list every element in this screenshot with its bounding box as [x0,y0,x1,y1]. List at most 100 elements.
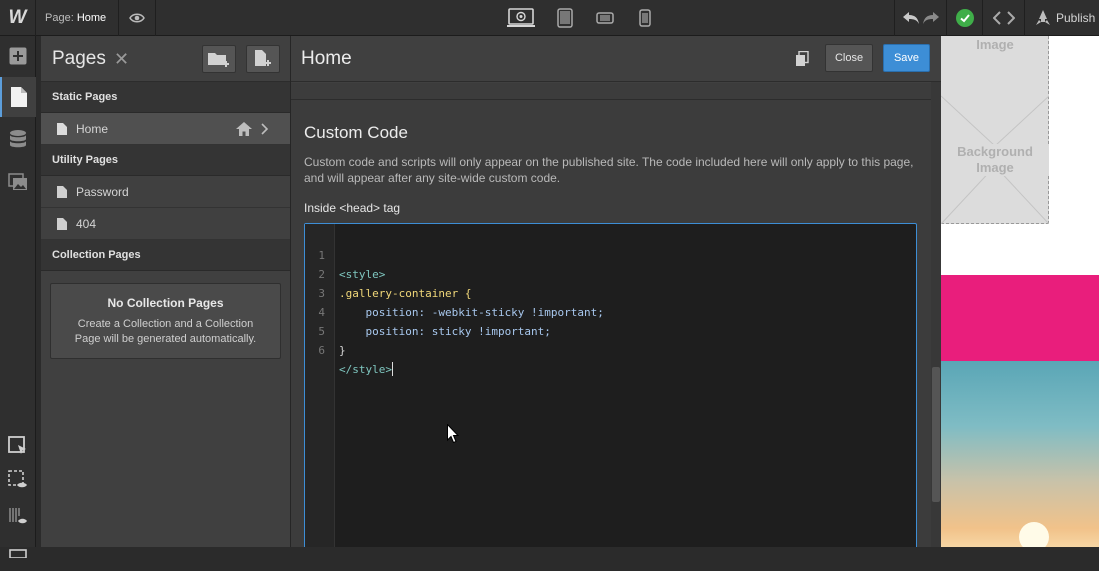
page-row-404[interactable]: 404 [41,208,290,240]
redo-icon[interactable] [922,11,940,25]
no-collection-description: Create a Collection and a Collection Pag… [51,317,280,347]
page-settings-title: Home [301,48,352,69]
code-export-button[interactable] [982,0,1024,36]
page-row-home[interactable]: Home [41,113,290,145]
undo-icon[interactable] [902,11,920,25]
device-mobile-landscape-button[interactable] [585,0,625,36]
custom-code-description: Custom code and scripts will only appear… [304,155,914,185]
page-row-label: Home [76,122,109,136]
images-icon [8,173,27,190]
placeholder-cross-lines [941,95,1049,224]
device-desktop-button[interactable] [497,0,545,36]
sky-image-section[interactable] [941,361,1099,547]
page-icon [11,87,27,107]
cms-button[interactable] [0,120,36,160]
code-line: 6 </style> [305,322,393,376]
static-pages-header: Static Pages [41,82,290,113]
mobile-portrait-icon [639,9,651,27]
background-label-line1: Background [957,144,1033,159]
no-collection-pages-box: No Collection Pages Create a Collection … [50,283,281,359]
add-elements-button[interactable] [0,36,36,76]
pages-panel-header: Pages ✕ [41,36,290,82]
code-line: 5 } [305,303,358,357]
add-page-button[interactable] [246,45,280,73]
chevron-right-icon[interactable] [261,123,269,135]
code-line: 3 position: -webkit-sticky !important; [305,265,604,319]
no-collection-desc-line2: Page will be generated automatically. [74,333,257,345]
head-code-editor[interactable]: 1 <style> 2 .gallery-container { 3 posit… [304,223,917,547]
panel-icon [9,549,27,558]
pages-panel: Pages ✕ Static Pages Home Utility Pages … [41,36,291,547]
custom-code-title: Custom Code [304,123,408,142]
mobile-landscape-icon [596,12,614,24]
collection-pages-header: Collection Pages [41,240,290,271]
code-line: 2 .gallery-container { [305,246,471,300]
code-text-content: </style> [339,363,392,376]
close-pages-panel-icon[interactable]: ✕ [114,49,129,70]
no-collection-title: No Collection Pages [107,296,224,310]
device-tablet-button[interactable] [545,0,585,36]
publish-label: Publish [1056,11,1096,25]
add-folder-button[interactable] [202,45,236,73]
page-row-password[interactable]: Password [41,176,290,208]
code-text: position: -webkit-sticky !important; [339,306,604,319]
close-button[interactable]: Close [825,44,873,72]
assets-button[interactable] [0,162,36,202]
select-cursor-icon [8,436,26,454]
undo-redo-group [894,0,946,36]
page-icon [57,186,67,198]
folder-plus-icon [208,53,229,67]
no-collection-desc-line1: Create a Collection and a Collection [77,318,254,330]
device-switcher [497,0,665,36]
home-icon [236,122,252,136]
rocket-icon [1036,10,1050,25]
preview-button[interactable] [118,0,156,36]
current-page-indicator[interactable]: Page: Home [45,12,106,24]
publish-button[interactable]: Publish [1024,0,1099,36]
background-label-line2: Image [976,160,1014,175]
code-text: .gallery-container { [339,287,472,300]
desktop-icon [507,8,535,27]
background-image-placeholder[interactable]: Image Background Image [941,36,1049,224]
pink-section[interactable] [941,275,1099,361]
webflow-logo[interactable]: W [0,0,36,36]
head-code-label: Inside <head> tag [304,201,401,215]
pages-panel-title: Pages [52,48,106,69]
utility-pages-header: Utility Pages [41,145,290,176]
page-row-label: Password [76,185,129,199]
publish-status-button[interactable] [946,0,982,36]
page-icon [57,218,67,230]
preview-selection-button[interactable] [0,460,36,500]
grid-view-button[interactable] [0,496,36,536]
plus-box-icon [9,47,27,65]
code-line: 4 position: sticky !important; [305,284,551,338]
page-row-label: 404 [76,217,97,231]
top-right-controls: Publish [894,0,1099,36]
left-toolbar [0,36,36,558]
settings-scrollbar[interactable] [931,82,941,547]
scrollbar-thumb[interactable] [932,367,940,502]
text-caret [391,362,393,376]
check-circle-icon [955,9,974,27]
code-text: position: sticky !important; [339,325,551,338]
page-icon [57,123,67,135]
background-image-label: Background Image [941,144,1049,176]
tablet-icon [557,8,573,28]
sun-shape [1019,522,1049,547]
mouse-cursor-icon [447,424,459,444]
bars-eye-icon [9,508,27,524]
code-brackets-icon [992,11,1015,25]
page-prefix: Page: [45,12,74,24]
device-mobile-portrait-button[interactable] [625,0,665,36]
database-icon [10,130,26,148]
top-toolbar: W Page: Home Publish [0,0,1099,36]
page-settings-content[interactable]: Custom Code Custom code and scripts will… [291,83,931,547]
bottom-tool-button[interactable] [0,531,36,571]
design-canvas[interactable]: Image Background Image [941,36,1099,547]
page-settings-header: Home Close Save [291,36,941,82]
save-button[interactable]: Save [883,44,930,72]
dashed-eye-icon [8,470,27,488]
section-divider [291,83,931,100]
pages-button[interactable] [0,77,36,117]
duplicate-page-icon[interactable] [795,51,809,67]
